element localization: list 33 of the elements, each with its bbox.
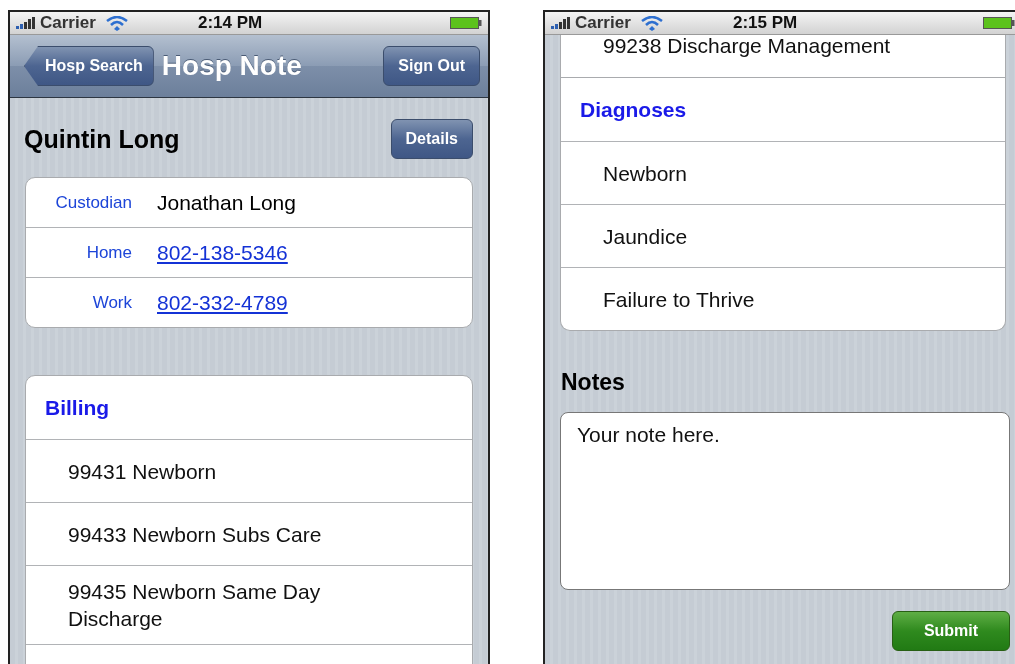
wifi-icon bbox=[640, 15, 663, 31]
list-item[interactable]: 99433 Newborn Subs Care bbox=[26, 502, 472, 565]
contact-label: Custodian bbox=[54, 192, 132, 213]
signal-icon bbox=[16, 17, 38, 29]
contact-value: Jonathan Long bbox=[157, 190, 296, 215]
list-item[interactable]: Jaundice bbox=[561, 204, 1005, 267]
sign-out-button[interactable]: Sign Out bbox=[383, 46, 480, 86]
note-field[interactable]: Your note here. bbox=[560, 412, 1010, 590]
battery-icon bbox=[450, 17, 482, 29]
status-time: 2:15 PM bbox=[733, 13, 798, 33]
signal-icon bbox=[551, 17, 573, 29]
carrier-name: Carrier bbox=[575, 13, 631, 33]
carrier-name: Carrier bbox=[40, 13, 96, 33]
section-header: Diagnoses bbox=[579, 96, 688, 123]
details-button[interactable]: Details bbox=[390, 119, 473, 159]
screen-title: Hosp Note bbox=[161, 50, 302, 82]
submit-button[interactable]: Submit bbox=[892, 611, 1010, 651]
list-item[interactable]: Failure to Thrive bbox=[561, 267, 1005, 330]
section-header: Billing bbox=[44, 394, 111, 421]
wifi-icon bbox=[105, 15, 128, 31]
phone-link[interactable]: 802-332-4789 bbox=[157, 290, 288, 315]
list-item[interactable]: 99431 Newborn bbox=[26, 439, 472, 502]
notes-heading: Notes bbox=[561, 369, 626, 396]
back-button[interactable]: Hosp Search bbox=[24, 46, 154, 86]
battery-icon bbox=[983, 17, 1015, 29]
patient-name: Quintin Long bbox=[24, 124, 180, 154]
status-time: 2:14 PM bbox=[198, 13, 263, 33]
contact-label: Home bbox=[85, 242, 132, 263]
contact-label: Work bbox=[91, 292, 132, 313]
phone-link[interactable]: 802-138-5346 bbox=[157, 240, 288, 265]
list-item[interactable]: 99238 Discharge Management bbox=[561, 35, 1005, 77]
list-item[interactable]: 99435 Newborn Same Day Discharge bbox=[26, 565, 472, 644]
list-item[interactable]: Newborn bbox=[561, 141, 1005, 204]
